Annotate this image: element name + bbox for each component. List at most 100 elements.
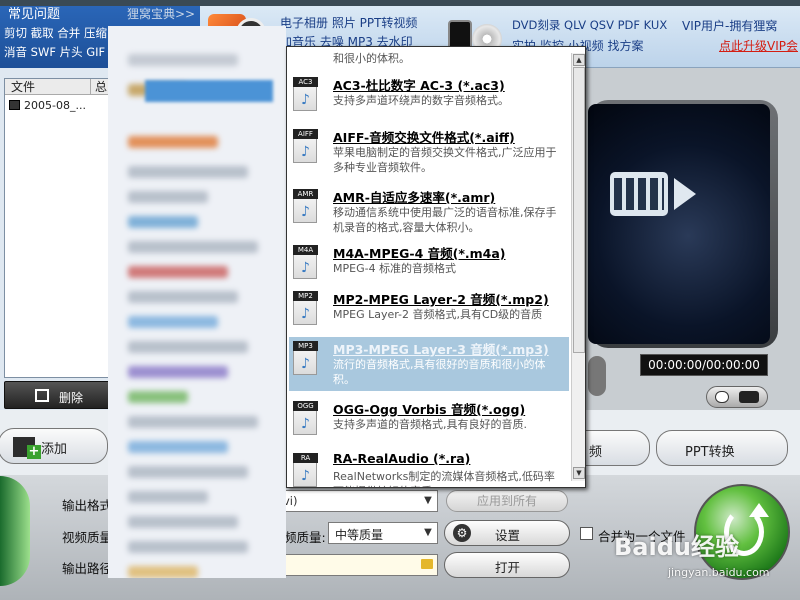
tips-link[interactable]: 狸窝宝典>>	[127, 5, 195, 22]
film-logo-icon	[610, 172, 668, 216]
column-header-file[interactable]: 文件	[5, 79, 91, 95]
format-description: 支持多声道的音频格式,具有良好的音质.	[333, 418, 527, 431]
delete-label: 删除	[59, 391, 84, 405]
music-note-icon: ♪	[301, 144, 310, 160]
music-note-icon: ♪	[301, 306, 310, 322]
timecode-display: 00:00:00/00:00:00	[640, 354, 768, 376]
audio-file-icon: AIFF ♪	[293, 129, 318, 163]
ppt-convert-label: PPT转换	[685, 445, 735, 460]
format-title: AC3-杜比数字 AC-3 (*.ac3)	[333, 78, 505, 93]
merge-checkbox[interactable]	[580, 527, 593, 540]
format-tag: RA	[293, 453, 318, 463]
audio-file-icon: AC3 ♪	[293, 77, 318, 111]
music-note-icon: ♪	[301, 468, 310, 484]
faq-links-row-2[interactable]: 消音 SWF 片头 GIF	[4, 44, 105, 60]
seek-slider[interactable]	[588, 356, 606, 396]
format-description: MPEG Layer-2 音频格式,具有CD级的音质	[333, 308, 543, 321]
format-description: 支持多声道环绕声的数字音频格式。	[333, 94, 509, 107]
audio-file-icon: AMR ♪	[293, 189, 318, 223]
open-label: 打开	[495, 560, 521, 575]
side-tab[interactable]	[0, 476, 30, 586]
format-item[interactable]: AMR ♪ AMR-自适应多速率(*.amr) 移动通信系统中使用最广泛的语音标准,保…	[289, 185, 569, 239]
audio-quality-select[interactable]: 中等质量 ▼	[328, 522, 438, 544]
chevron-down-icon[interactable]: ▼	[421, 494, 435, 508]
scroll-down-icon[interactable]: ▼	[573, 467, 585, 479]
preview-screen	[588, 104, 770, 344]
video-label: 频	[589, 445, 603, 460]
watermark-url: jingyan.baidu.com	[668, 566, 770, 579]
music-note-icon: ♪	[301, 356, 310, 372]
delete-icon	[35, 389, 49, 402]
audio-file-icon: OGG ♪	[293, 401, 318, 435]
format-item[interactable]: AIFF ♪ AIFF-音频交换文件格式(*.aiff) 苹果电脑制定的音频交换文件格…	[289, 125, 569, 179]
format-title: MP2-MPEG Layer-2 音频(*.mp2)	[333, 292, 549, 307]
format-item[interactable]: AC3 ♪ AC3-杜比数字 AC-3 (*.ac3) 支持多声道环绕声的数字音频格式…	[289, 73, 569, 127]
format-description: 移动通信系统中使用最广泛的语音标准,保存手机录音的格式,容量大体积小。	[333, 206, 557, 234]
format-item[interactable]: MP2 ♪ MP2-MPEG Layer-2 音频(*.mp2) MPEG Layer…	[289, 287, 569, 341]
baidu-watermark: Baidu经验	[614, 533, 739, 561]
plus-icon: +	[27, 444, 41, 459]
format-description: RealNetworks制定的流媒体音频格式,低码率下能提供较好的音质。	[333, 470, 555, 487]
film-icon	[9, 100, 20, 110]
format-description: 流行的音频格式,具有很好的音质和很小的体积。	[333, 358, 546, 386]
snapshot-button[interactable]	[706, 386, 768, 408]
format-description: 和很小的体积。	[333, 52, 410, 65]
ad-link-photo-album[interactable]: 电子相册 照片 PPT转视频	[280, 14, 417, 31]
faq-title[interactable]: 常见问题	[8, 3, 60, 22]
ppt-convert-button[interactable]: PPT转换	[656, 430, 788, 466]
settings-button[interactable]: ⚙ 设置	[444, 520, 570, 546]
format-tag: MP2	[293, 291, 318, 301]
folder-icon[interactable]	[421, 559, 433, 569]
output-path-label: 输出路径	[62, 561, 113, 576]
music-note-icon: ♪	[301, 260, 310, 276]
vip-upgrade-link[interactable]: 点此升级VIP会	[719, 37, 798, 54]
format-tag: AMR	[293, 189, 318, 199]
file-name: 2005-08_...	[24, 99, 86, 112]
apply-to-all-button[interactable]: 应用到所有	[446, 490, 568, 512]
music-note-icon: ♪	[301, 92, 310, 108]
music-note-icon: ♪	[301, 204, 310, 220]
format-tag: AC3	[293, 77, 318, 87]
menu-highlight	[145, 80, 273, 102]
file-list[interactable]: 文件 总 2005-08_...	[4, 78, 113, 378]
audio-file-icon: MP2 ♪	[293, 291, 318, 325]
play-arrow-icon	[674, 178, 696, 210]
open-folder-button[interactable]: 打开	[444, 552, 570, 578]
format-description: MPEG-4 标准的音频格式	[333, 262, 457, 275]
camera-icon	[715, 391, 729, 403]
format-dropdown-list[interactable]: 和很小的体积。 AC3 ♪ AC3-杜比数字 AC-3 (*.ac3) 支持多声道环绕声…	[286, 46, 586, 488]
delete-button[interactable]: 删除	[4, 381, 112, 409]
audio-file-icon: M4A ♪	[293, 245, 318, 279]
add-button[interactable]: + 添加	[0, 428, 108, 464]
format-item[interactable]: OGG ♪ OGG-Ogg Vorbis 音频(*.ogg) 支持多声道的音频格式,具…	[289, 397, 569, 451]
audio-quality-value: 中等质量	[335, 528, 384, 542]
format-title: M4A-MPEG-4 音频(*.m4a)	[333, 246, 506, 261]
format-item[interactable]: MP3 ♪ MP3-MPEG Layer-3 音频(*.mp3) 流行的音频格式,具有…	[289, 337, 569, 391]
format-title: MP3-MPEG Layer-3 音频(*.mp3)	[333, 342, 549, 357]
category-menu-blurred[interactable]	[108, 26, 286, 578]
format-tag: MP3	[293, 341, 318, 351]
format-title: RA-RealAudio (*.ra)	[333, 451, 471, 466]
format-list-scrollbar[interactable]: ▲ ▼	[571, 53, 585, 481]
scroll-thumb[interactable]	[573, 67, 585, 353]
vip-promo-text: VIP用户-拥有狸窝	[682, 19, 778, 33]
format-title: OGG-Ogg Vorbis 音频(*.ogg)	[333, 402, 526, 417]
format-item[interactable]: 和很小的体积。	[289, 47, 569, 75]
audio-file-icon: MP3 ♪	[293, 341, 318, 375]
format-tag: M4A	[293, 245, 318, 255]
audio-file-icon: RA ♪	[293, 453, 318, 487]
scroll-up-icon[interactable]: ▲	[573, 54, 585, 66]
format-tag: OGG	[293, 401, 318, 411]
file-row[interactable]: 2005-08_...	[9, 99, 109, 112]
format-tag: AIFF	[293, 129, 318, 139]
arrow-tip-icon	[749, 503, 769, 517]
ad-link-dvd[interactable]: DVD刻录 QLV QSV PDF KUX	[512, 17, 667, 33]
add-label: 添加	[41, 442, 68, 457]
gear-icon: ⚙	[453, 524, 471, 542]
format-description: 苹果电脑制定的音频交换文件格式,广泛应用于多种专业音频软件。	[333, 146, 557, 174]
format-title: AMR-自适应多速率(*.amr)	[333, 190, 496, 205]
output-format-label: 输出格式	[62, 498, 113, 513]
chevron-down-icon[interactable]: ▼	[421, 526, 435, 540]
folder-icon	[739, 391, 759, 403]
format-item[interactable]: RA ♪ RA-RealAudio (*.ra) RealNetworks制定的流媒体…	[289, 449, 569, 487]
